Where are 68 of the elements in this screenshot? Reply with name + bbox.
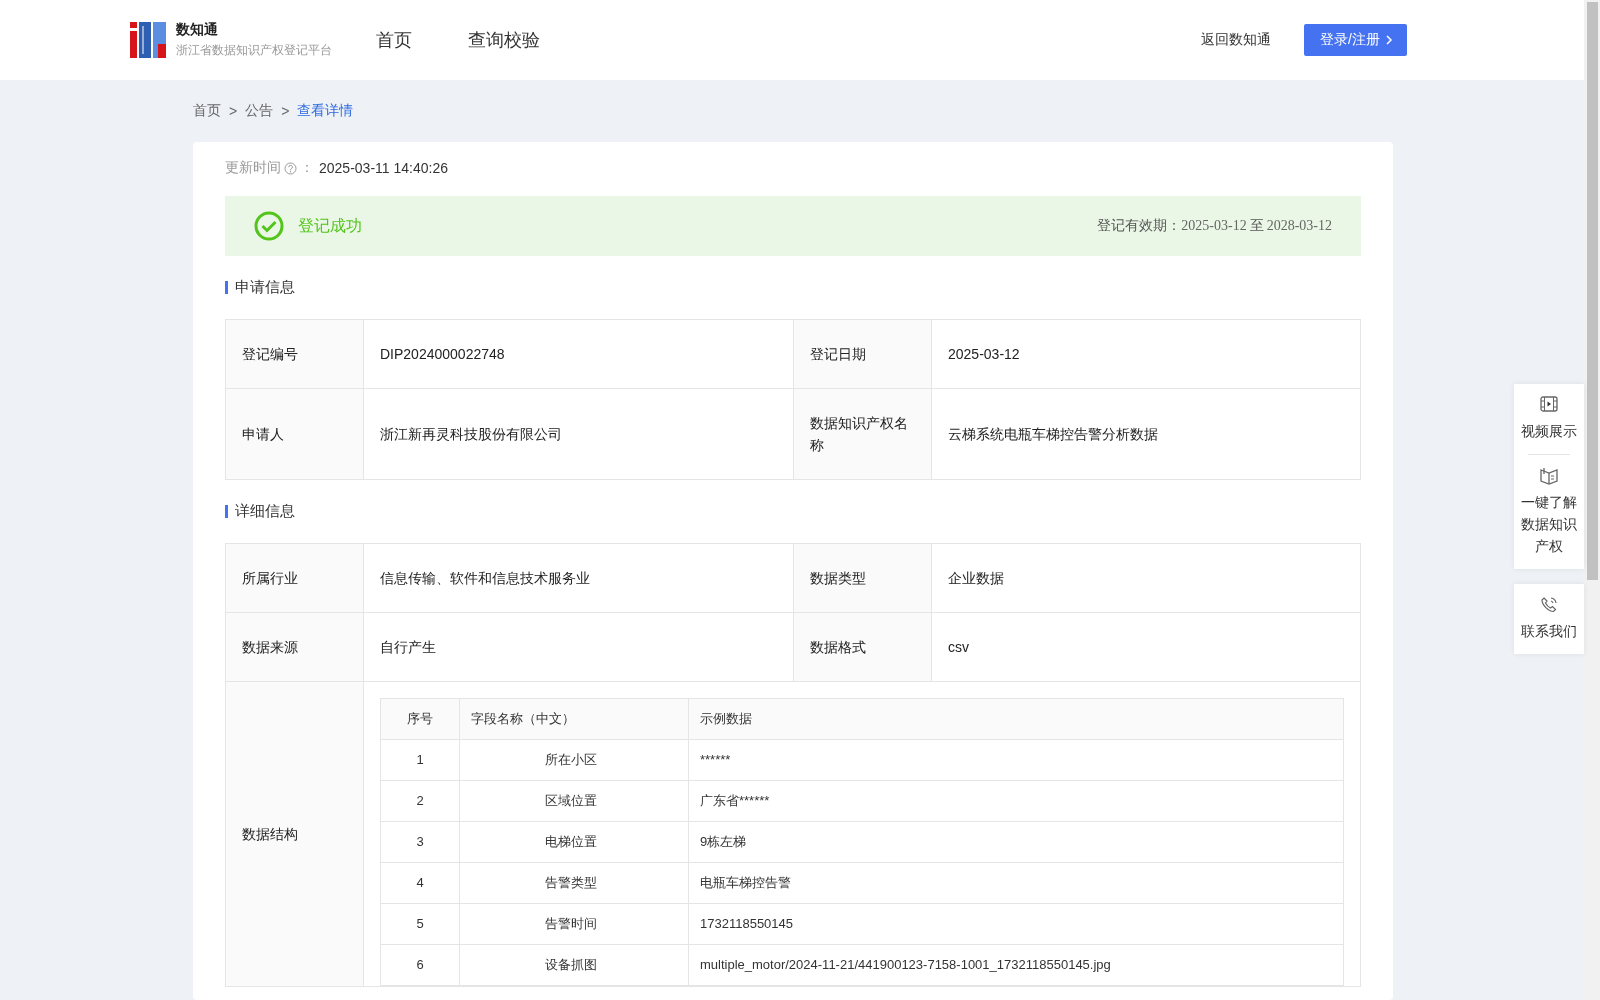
table-cell: 电梯位置 [459, 821, 689, 863]
login-button[interactable]: 登录/注册 [1304, 24, 1407, 56]
column-header: 字段名称（中文） [459, 698, 689, 740]
table-cell: 告警时间 [459, 903, 689, 945]
field-value: 云梯系统电瓶车梯控告警分析数据 [932, 389, 1361, 480]
breadcrumb-item[interactable]: 查看详情 [297, 102, 354, 120]
table-cell: 所在小区 [459, 739, 689, 781]
help-icon [284, 161, 297, 175]
field-label: 数据来源 [226, 613, 364, 682]
table-cell: 3 [380, 821, 460, 863]
book-icon [1540, 467, 1558, 485]
table-cell: 6 [380, 944, 460, 986]
field-label: 数据结构 [226, 682, 364, 987]
validity-separator: 至 [1249, 217, 1264, 235]
column-header: 序号 [380, 698, 460, 740]
table-cell: ****** [688, 739, 1344, 781]
phone-icon [1540, 596, 1558, 614]
status-text: 登记成功 [298, 215, 363, 236]
field-label: 登记日期 [794, 320, 932, 389]
field-value: csv [932, 613, 1361, 682]
breadcrumb-separator: > [281, 103, 290, 119]
field-label: 数据知识产权名称 [794, 389, 932, 480]
field-label: 所属行业 [226, 544, 364, 613]
update-colon: ： [300, 159, 314, 177]
section-marker [225, 281, 228, 294]
side-menu-item[interactable]: 视频展示 [1520, 384, 1578, 454]
logo-subtitle: 浙江省数据知识产权登记平台 [176, 42, 332, 59]
nav-link[interactable]: 首页 [376, 28, 412, 52]
side-menu-item[interactable]: 一键了解数据知识产权 [1520, 455, 1578, 569]
table-cell: 1 [380, 739, 460, 781]
chevron-icon [1386, 35, 1393, 45]
table-cell: 1732118550145 [688, 903, 1344, 945]
breadcrumb-separator: > [229, 103, 238, 119]
section-title: 申请信息 [235, 278, 295, 297]
check-circle-icon [254, 211, 284, 241]
field-value: 2025-03-12 [932, 320, 1361, 389]
validity-start: 2025-03-12 [1181, 218, 1247, 234]
scrollbar[interactable] [1584, 0, 1600, 1000]
table-cell: 告警类型 [459, 862, 689, 904]
update-time: 2025-03-11 14:40:26 [319, 160, 448, 176]
table-cell: 电瓶车梯控告警 [688, 862, 1344, 904]
field-label: 数据格式 [794, 613, 932, 682]
film-icon [1540, 396, 1558, 414]
section-title: 详细信息 [235, 502, 295, 521]
breadcrumb-item[interactable]: 首页 [193, 102, 221, 120]
logo-title: 数知通 [176, 21, 219, 39]
validity-label: 登记有效期： [1097, 217, 1182, 235]
nav-link[interactable]: 查询校验 [468, 28, 540, 52]
logo-icon [130, 22, 166, 58]
table-cell: 广东省****** [688, 780, 1344, 822]
back-link[interactable]: 返回数知通 [1201, 31, 1272, 49]
table-cell: 2 [380, 780, 460, 822]
table-cell: 区域位置 [459, 780, 689, 822]
table-cell: 4 [380, 862, 460, 904]
validity-end: 2028-03-12 [1266, 218, 1332, 234]
table-cell: 设备抓图 [459, 944, 689, 986]
section-marker [225, 505, 228, 518]
table-cell: 5 [380, 903, 460, 945]
field-value: 企业数据 [932, 544, 1361, 613]
breadcrumb-item[interactable]: 公告 [245, 102, 274, 120]
column-header: 示例数据 [688, 698, 1344, 740]
field-label: 申请人 [226, 389, 364, 480]
field-label: 数据类型 [794, 544, 932, 613]
table-cell: multiple_motor/2024-11-21/441900123-7158-1001_1732118550145.jpg [688, 944, 1344, 986]
table-cell: 9栋左梯 [688, 821, 1344, 863]
update-label: 更新时间 [225, 159, 281, 177]
field-label: 登记编号 [226, 320, 364, 389]
side-menu-item[interactable]: 联系我们 [1520, 584, 1578, 654]
